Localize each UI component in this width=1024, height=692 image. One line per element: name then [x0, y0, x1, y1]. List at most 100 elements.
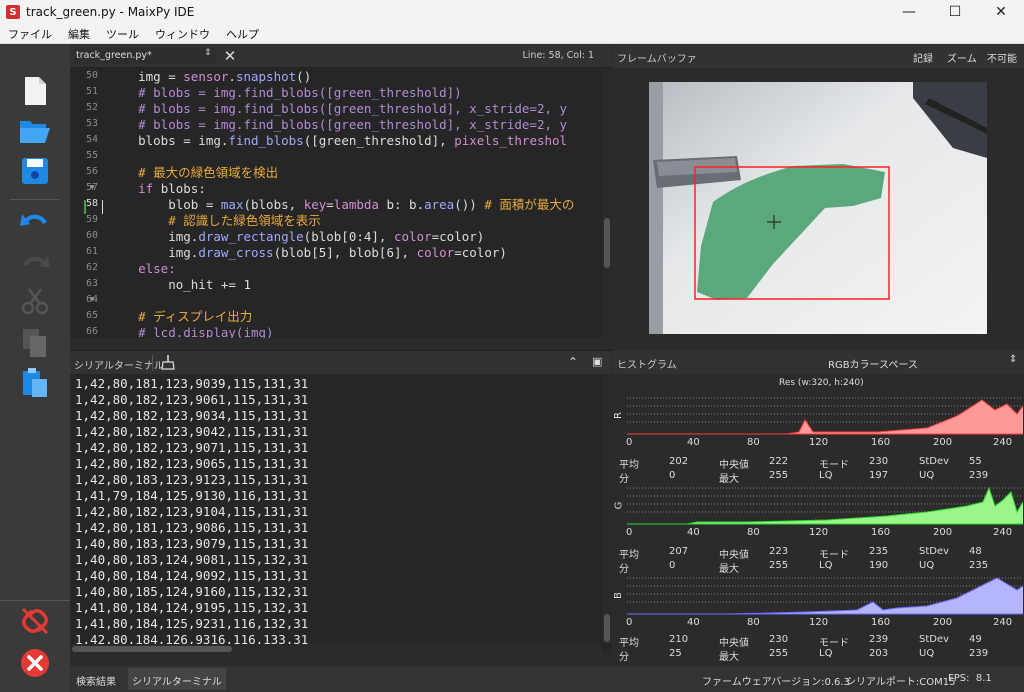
save-file-button[interactable] — [18, 154, 52, 188]
menu-file[interactable]: ファイル — [0, 26, 60, 42]
collapse-up-icon[interactable]: ⌃ — [568, 355, 578, 369]
line-number: 59 — [85, 214, 98, 225]
redo-button[interactable] — [18, 246, 52, 280]
code-token: img. — [108, 229, 199, 244]
serial-vertical-scrollbar[interactable] — [602, 374, 612, 644]
histogram-g-plot — [627, 486, 1023, 525]
file-selector[interactable]: track_green.py* ⇕ — [74, 48, 216, 64]
serial-line: 1,42,80,182,123,9061,115,131,31 — [75, 392, 309, 407]
tick-label: 40 — [687, 617, 700, 628]
stat-value: 49 — [969, 634, 982, 645]
stat-value: 223 — [769, 546, 789, 557]
maximize-button[interactable]: ☐ — [932, 0, 978, 24]
serial-terminal-output[interactable]: 1,42,80,181,123,9039,115,131,31 1,42,80,… — [70, 374, 612, 654]
stat-value: 210 — [669, 634, 689, 645]
code-token: color — [393, 229, 432, 244]
code-line: # ディスプレイ出力 — [108, 309, 253, 324]
clear-terminal-button[interactable] — [160, 354, 178, 372]
code-token: blobs = img. — [108, 133, 229, 148]
stat-value: 255 — [769, 648, 789, 659]
serial-hscroll-thumb[interactable] — [72, 646, 232, 652]
code-line: blobs = img.find_blobs([green_threshold]… — [108, 133, 567, 149]
stat-value: 255 — [769, 470, 789, 481]
code-line: img.draw_rectangle(blob[0:4], color=colo… — [108, 229, 484, 245]
histogram-title: ヒストグラム — [617, 360, 677, 371]
close-window-button[interactable]: ✕ — [978, 0, 1024, 24]
menu-tools[interactable]: ツール — [98, 26, 147, 42]
code-token: draw_rectangle — [198, 229, 304, 244]
copy-button[interactable] — [18, 326, 52, 360]
stat-label: StDev — [919, 634, 950, 645]
tick-label: 200 — [933, 527, 953, 538]
stat-value: 222 — [769, 456, 789, 467]
fold-icon[interactable]: ▼ — [90, 296, 95, 303]
new-file-button[interactable] — [18, 74, 52, 108]
stat-label: 中央値 — [719, 550, 749, 561]
new-file-icon — [25, 77, 46, 105]
code-line: # lcd.display(img) — [108, 325, 274, 338]
undo-button[interactable] — [18, 204, 52, 238]
line-number: 60 — [85, 230, 98, 241]
cursor-position: Line: 58, Col: 1 — [522, 50, 595, 61]
redo-icon — [23, 256, 50, 268]
app-icon: S — [6, 5, 20, 19]
menu-window[interactable]: ウィンドウ — [147, 26, 218, 42]
stat-value: 190 — [869, 560, 889, 571]
connect-button[interactable] — [18, 604, 52, 638]
stat-value: 203 — [869, 648, 889, 659]
tick-label: 0 — [626, 527, 633, 538]
colorspace-select[interactable]: RGBカラースペース — [828, 356, 918, 371]
stat-value: 55 — [969, 456, 982, 467]
serial-port: シリアルポート:COM15 — [846, 677, 956, 688]
code-line: # 認識した緑色領域を表示 — [108, 213, 321, 228]
serial-scroll-thumb[interactable] — [604, 614, 610, 642]
stat-label: 中央値 — [719, 638, 749, 649]
code-token: . — [228, 69, 236, 84]
disable-button[interactable]: 不可能 — [987, 50, 1017, 65]
stat-value: 0 — [669, 470, 676, 481]
fold-icon[interactable]: ▼ — [90, 184, 95, 191]
code-line: no_hit += 1 — [108, 277, 251, 292]
minimize-button[interactable]: — — [886, 0, 932, 24]
paste-button[interactable] — [18, 366, 52, 400]
paste-icon — [23, 368, 47, 397]
zoom-button[interactable]: ズーム — [947, 50, 977, 65]
stat-value: 25 — [669, 648, 682, 659]
tick-label: 0 — [626, 437, 633, 448]
tick-label: 160 — [871, 617, 891, 628]
serial-horizontal-scrollbar[interactable] — [70, 644, 602, 654]
code-token: (blobs, — [243, 197, 304, 212]
serial-terminal-tab[interactable]: シリアルターミナル — [128, 668, 226, 690]
scissors-icon — [21, 288, 49, 315]
serial-line: 1,42,80,182,123,9104,115,131,31 — [75, 504, 309, 519]
menu-edit[interactable]: 編集 — [60, 26, 98, 42]
serial-line: 1,42,80,182,123,9065,115,131,31 — [75, 456, 309, 471]
menu-help[interactable]: ヘルプ — [218, 26, 267, 42]
record-button[interactable]: 記録 — [913, 50, 933, 65]
editor-scroll-thumb[interactable] — [604, 218, 610, 268]
framebuffer-header: フレームバッファ 記録 ズーム 不可能 — [613, 44, 1024, 68]
stat-value: 207 — [669, 546, 689, 557]
code-token: max — [220, 197, 244, 212]
line-number: 53 — [85, 118, 98, 129]
code-editor[interactable]: 50 51 52 53 54 55 56 57 58 59 60 61 62 6… — [70, 68, 612, 338]
tick-label: 120 — [809, 437, 829, 448]
tick-label: 240 — [993, 617, 1013, 628]
open-file-button[interactable] — [18, 114, 52, 148]
maximize-pane-icon[interactable]: ▣ — [592, 355, 602, 368]
close-file-button[interactable]: ✕ — [220, 46, 240, 66]
tick-label: 80 — [747, 527, 760, 538]
cut-button[interactable] — [18, 284, 52, 318]
stop-button[interactable] — [18, 646, 52, 680]
line-number: 50 — [85, 70, 98, 81]
search-results-tab[interactable]: 検索結果 — [76, 673, 116, 688]
stat-label: 平均 — [619, 550, 639, 561]
framebuffer-title: フレームバッファ — [617, 54, 697, 65]
editor-scrollbar[interactable] — [602, 68, 612, 338]
status-bar: 検索結果 シリアルターミナル ファームウェアバージョン:0.6.3 シリアルポー… — [70, 666, 1024, 692]
stat-label: 分 — [619, 652, 629, 663]
copy-icon — [23, 329, 46, 357]
editor-header: track_green.py* ⇕ ✕ Line: 58, Col: 1 — [70, 44, 612, 68]
colorspace-dropdown-icon[interactable]: ⇕ — [1009, 354, 1017, 365]
